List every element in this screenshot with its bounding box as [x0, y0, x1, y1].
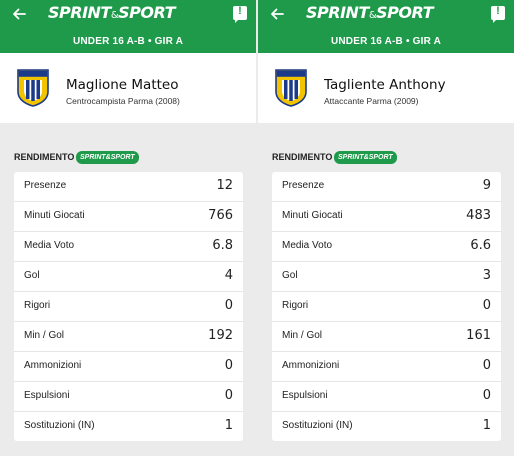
stats-card: Presenze 12 Minuti Giocati 766 Media Voto 6…: [14, 172, 243, 441]
stat-label: Ammonizioni: [282, 360, 340, 371]
stat-label: Ammonizioni: [24, 360, 82, 371]
stat-value: 6.8: [212, 238, 233, 253]
brand-badge: SPRINT&SPORT: [334, 151, 397, 164]
player-name: Maglione Matteo: [66, 77, 179, 93]
stat-row-presenze: Presenze 12: [14, 172, 243, 202]
championship-subtitle: UNDER 16 A-B • GIR A: [0, 30, 256, 53]
app-logo: SPRINT&SPORT: [306, 3, 434, 22]
brand-badge: SPRINT&SPORT: [76, 151, 139, 164]
stat-label: Presenze: [282, 180, 325, 191]
logo-text-end: SPORT: [376, 3, 434, 22]
stat-value: 766: [208, 208, 233, 223]
player-header: Tagliente Anthony Attaccante Parma (2009…: [258, 53, 514, 123]
stat-row-espulsioni: Espulsioni 0: [272, 382, 501, 412]
stat-value: 4: [224, 268, 233, 283]
stat-value: 1: [482, 418, 491, 433]
app-bar: SPRINT&SPORT: [0, 0, 256, 30]
stat-row-minuti: Minuti Giocati 766: [14, 202, 243, 232]
stat-value: 1: [224, 418, 233, 433]
stat-label: Media Voto: [24, 240, 75, 251]
section-header: RENDIMENTO SPRINT&SPORT: [0, 147, 256, 172]
stat-value: 0: [224, 298, 233, 313]
stat-value: 0: [482, 358, 491, 373]
stat-row-sostituzioni: Sostituzioni (IN) 1: [14, 412, 243, 441]
stat-value: 0: [482, 298, 491, 313]
stat-label: Min / Gol: [282, 330, 323, 341]
alert-chat-icon[interactable]: [233, 5, 247, 23]
stat-row-media-voto: Media Voto 6.8: [14, 232, 243, 262]
stat-row-espulsioni: Espulsioni 0: [14, 382, 243, 412]
stat-label: Minuti Giocati: [24, 210, 85, 221]
app-logo: SPRINT&SPORT: [48, 3, 176, 22]
club-crest-icon: [275, 69, 307, 107]
alert-chat-icon[interactable]: [491, 5, 505, 23]
stat-row-presenze: Presenze 9: [272, 172, 501, 202]
stat-value: 0: [224, 388, 233, 403]
stat-row-ammonizioni: Ammonizioni 0: [14, 352, 243, 382]
stat-label: Sostituzioni (IN): [24, 420, 95, 431]
arrow-left-icon[interactable]: [10, 5, 28, 23]
stat-row-rigori: Rigori 0: [272, 292, 501, 322]
stat-value: 192: [208, 328, 233, 343]
stat-row-gol: Gol 4: [14, 262, 243, 292]
stat-value: 3: [482, 268, 491, 283]
stat-row-min-gol: Min / Gol 192: [14, 322, 243, 352]
stat-value: 161: [466, 328, 491, 343]
stat-row-min-gol: Min / Gol 161: [272, 322, 501, 352]
stat-label: Rigori: [24, 300, 51, 311]
arrow-left-icon[interactable]: [268, 5, 286, 23]
player-role: Attaccante Parma (2009): [324, 96, 419, 106]
stat-value: 0: [482, 388, 491, 403]
stat-row-minuti: Minuti Giocati 483: [272, 202, 501, 232]
club-crest-icon: [17, 69, 49, 107]
logo-text-main: SPRINT: [48, 3, 111, 22]
stat-row-rigori: Rigori 0: [14, 292, 243, 322]
player-header: Maglione Matteo Centrocampista Parma (20…: [0, 53, 256, 123]
logo-text-end: SPORT: [118, 3, 176, 22]
screens: SPRINT&SPORT UNDER 16 A-B • GIR A Maglio…: [0, 0, 514, 456]
app-bar: SPRINT&SPORT: [258, 0, 514, 30]
stat-label: Gol: [282, 270, 298, 281]
stat-value: 0: [224, 358, 233, 373]
championship-subtitle: UNDER 16 A-B • GIR A: [258, 30, 514, 53]
player-role: Centrocampista Parma (2008): [66, 96, 180, 106]
stat-value: 12: [216, 178, 233, 193]
stat-label: Presenze: [24, 180, 67, 191]
stat-label: Media Voto: [282, 240, 333, 251]
stat-row-sostituzioni: Sostituzioni (IN) 1: [272, 412, 501, 441]
section-label: RENDIMENTO: [272, 152, 333, 162]
stat-label: Gol: [24, 270, 40, 281]
stat-label: Espulsioni: [24, 390, 70, 401]
stat-label: Espulsioni: [282, 390, 328, 401]
player-name: Tagliente Anthony: [324, 77, 446, 93]
section-label: RENDIMENTO: [14, 152, 75, 162]
stat-value: 483: [466, 208, 491, 223]
stat-row-gol: Gol 3: [272, 262, 501, 292]
stat-label: Minuti Giocati: [282, 210, 343, 221]
section-header: RENDIMENTO SPRINT&SPORT: [258, 147, 514, 172]
stat-row-media-voto: Media Voto 6.6: [272, 232, 501, 262]
stat-value: 9: [482, 178, 491, 193]
stat-row-ammonizioni: Ammonizioni 0: [272, 352, 501, 382]
stat-value: 6.6: [470, 238, 491, 253]
stats-card: Presenze 9 Minuti Giocati 483 Media Voto 6.…: [272, 172, 501, 441]
stat-label: Min / Gol: [24, 330, 65, 341]
screen-left: SPRINT&SPORT UNDER 16 A-B • GIR A Maglio…: [0, 0, 256, 456]
logo-text-main: SPRINT: [306, 3, 369, 22]
stat-label: Sostituzioni (IN): [282, 420, 353, 431]
screen-right: SPRINT&SPORT UNDER 16 A-B • GIR A Taglie…: [258, 0, 514, 456]
stat-label: Rigori: [282, 300, 309, 311]
